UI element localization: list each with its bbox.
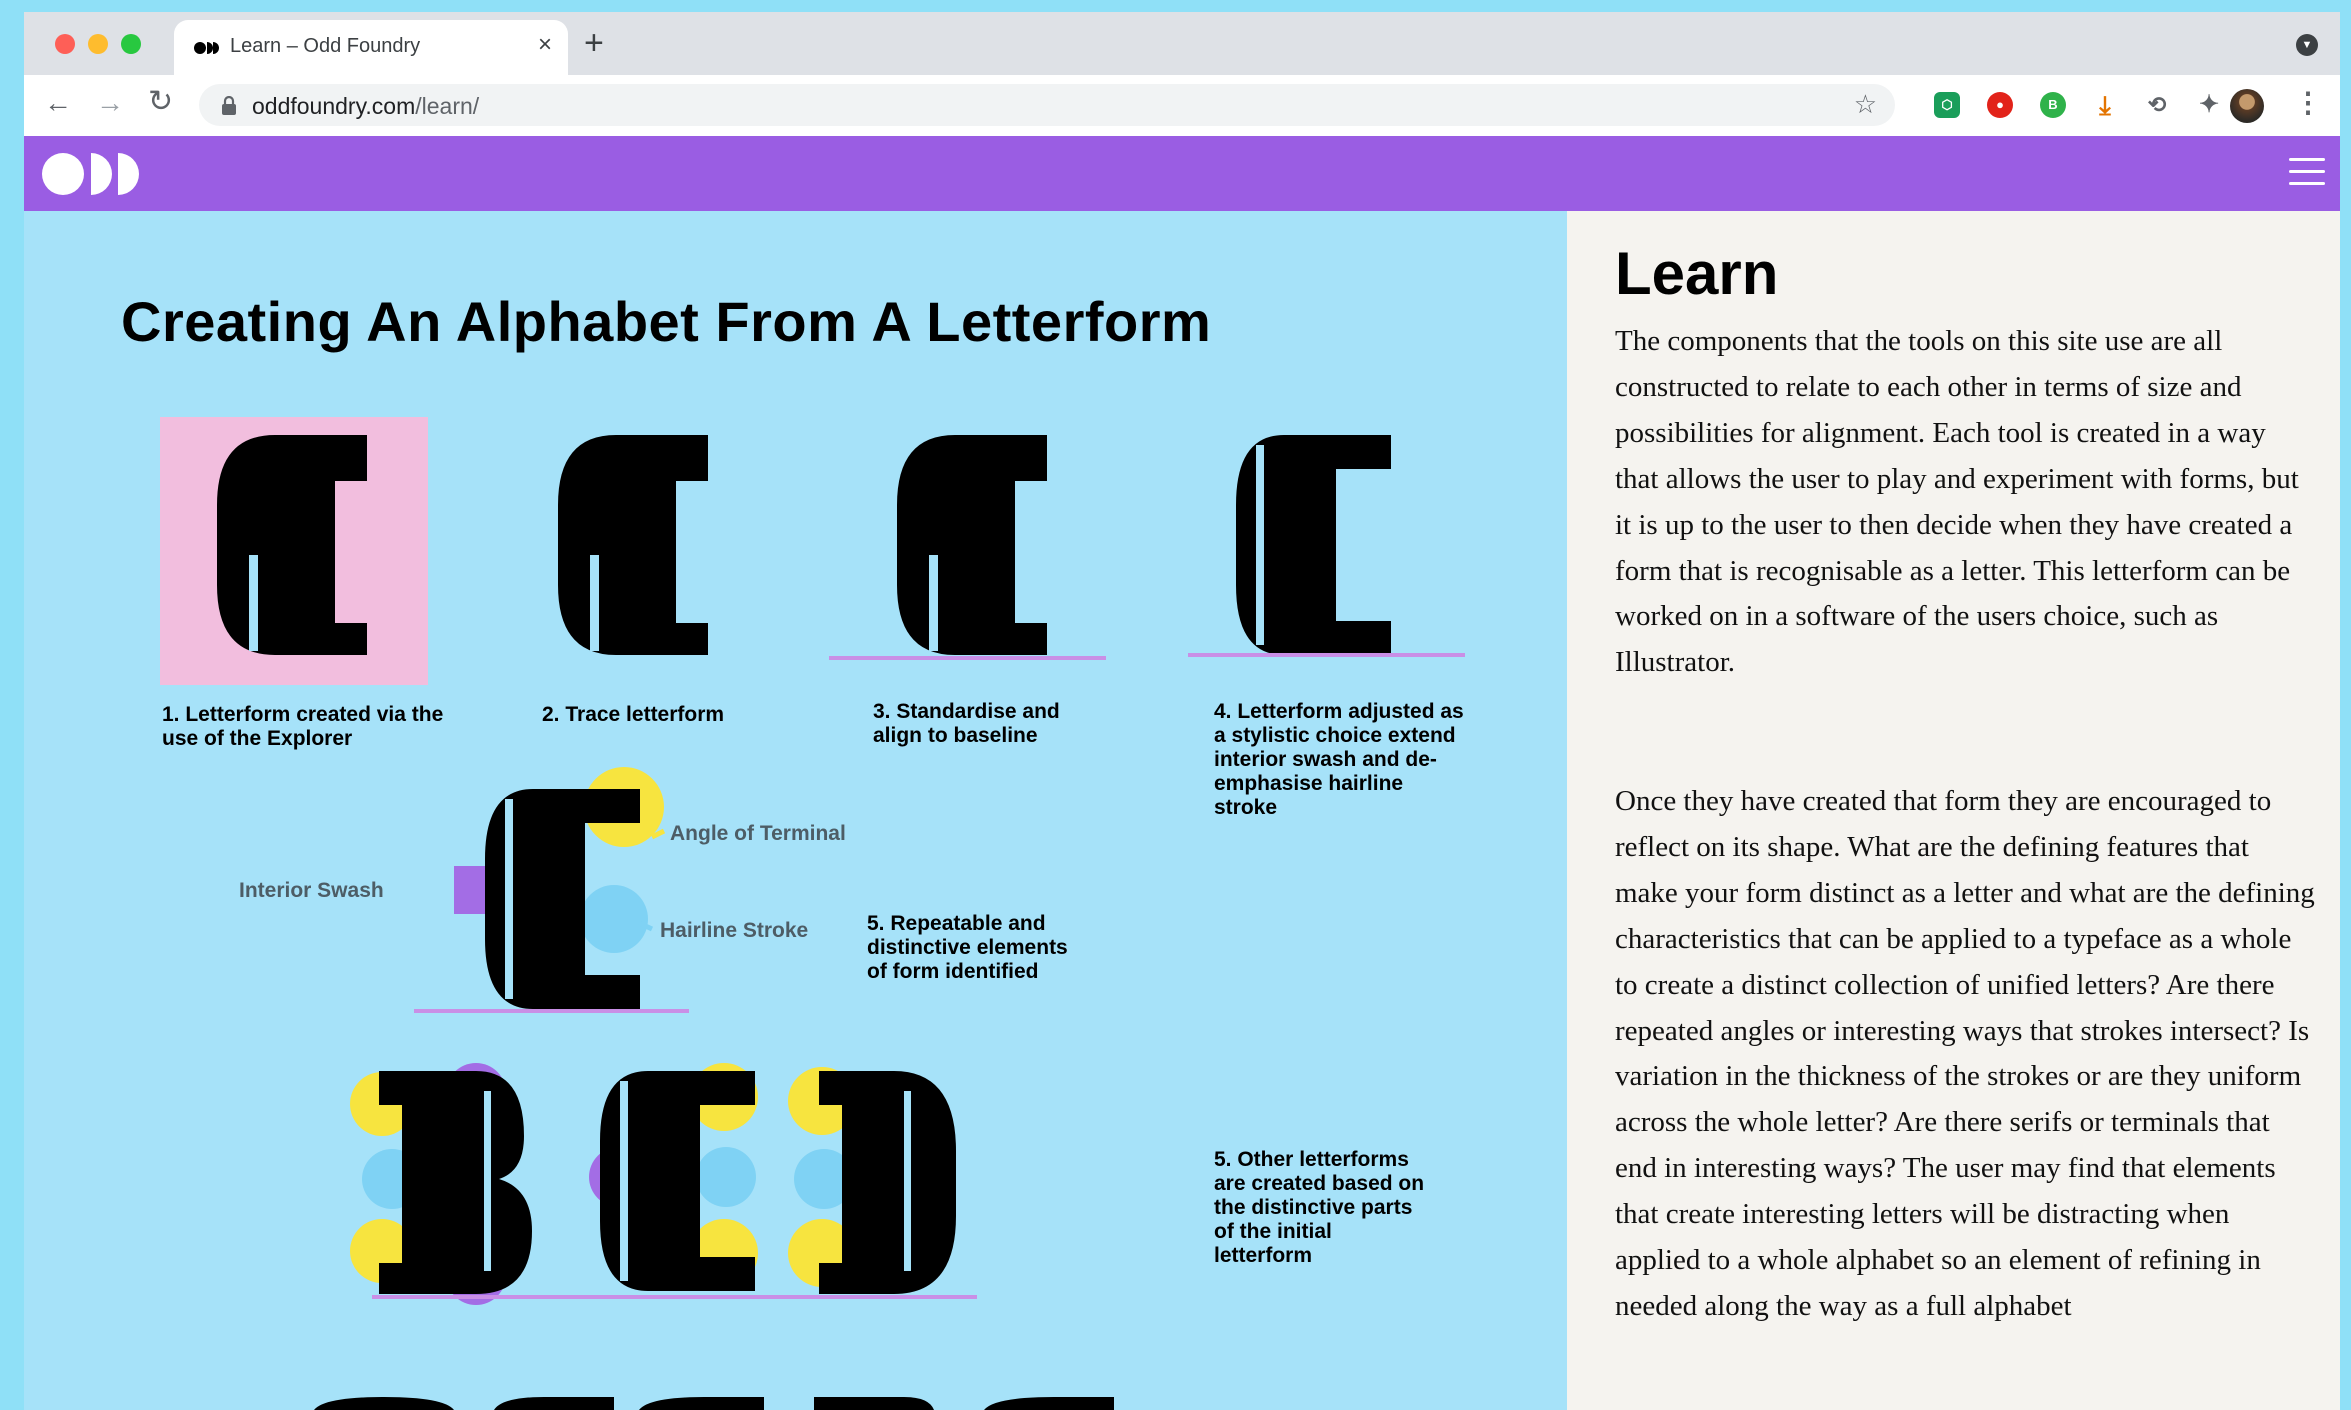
letterform-c-3 [897,435,1047,655]
extension-link-icon[interactable]: ⟲ [2144,92,2170,118]
address-bar[interactable]: oddfoundry.com/learn/ ☆ [199,84,1895,126]
hamburger-icon[interactable] [2289,158,2325,194]
letter-c [589,1063,758,1291]
browser-window: Learn – Odd Foundry × + ▼ ← → ↻ oddfound… [24,12,2340,1410]
letter-d [788,1067,956,1294]
step-4-caption: 4. Letterform adjusted as a stylistic ch… [1214,700,1464,819]
odd-logo-icon[interactable] [41,152,145,196]
tab-title: Learn – Odd Foundry [230,35,421,57]
url-domain: oddfoundry.com [252,93,416,119]
maximize-window-button[interactable] [121,34,141,54]
learn-paragraph-2: Once they have created that form they ar… [1615,785,2315,1322]
swash-pointer [455,884,485,896]
new-tab-button[interactable]: + [584,26,604,60]
next-row-letter [314,1397,454,1410]
close-icon[interactable]: × [538,31,552,59]
letter-b [350,1063,532,1305]
extension-adblock-icon[interactable]: ● [1987,92,2013,118]
site-header [24,136,2340,211]
url-text: oddfoundry.com/learn/ [252,93,479,120]
next-row-letter [639,1397,764,1410]
reload-button[interactable]: ↻ [148,87,173,117]
learn-panel: Learn The components that the tools on t… [1567,211,2340,1410]
download-icon[interactable]: ⤓ [2092,92,2118,118]
tab-search-icon[interactable]: ▼ [2296,34,2318,56]
star-icon[interactable]: ☆ [1854,89,1877,120]
next-row-letter [984,1397,1114,1410]
hamburger-line [2289,182,2325,185]
step-1-caption: 1. Letterform created via the use of the… [162,703,444,750]
kebab-icon[interactable]: ⋮ [2294,86,2322,119]
hamburger-line [2289,158,2325,161]
hamburger-line [2289,170,2325,173]
tab-learn[interactable]: Learn – Odd Foundry × [174,20,568,76]
page-title: Learn [1615,240,1779,307]
forward-button[interactable]: → [96,89,124,117]
extension-shield-icon[interactable]: ⬡ [1934,92,1960,118]
close-window-button[interactable] [55,34,75,54]
next-row-letter [814,1397,934,1410]
tab-strip: Learn – Odd Foundry × + ▼ [24,12,2340,76]
browser-toolbar: ← → ↻ oddfoundry.com/learn/ ☆ ⬡ ● B ⤓ ⟲ … [24,75,2340,137]
lock-icon [222,96,236,115]
url-path: /learn/ [415,93,480,119]
letterform-c-4 [1236,435,1391,655]
extension-b-icon[interactable]: B [2040,92,2066,118]
avatar[interactable] [2230,89,2264,123]
hairline-highlight [580,885,648,953]
annotation-angle: Angle of Terminal [670,822,846,845]
step-6-caption: 5. Other letterforms are created based o… [1214,1148,1425,1267]
odd-favicon-icon [194,42,219,54]
illustration-panel: Creating An Alphabet From A Letterform 1… [24,211,1567,1410]
learn-paragraph-1: The components that the tools on this si… [1615,325,2299,679]
step-2-caption: 2. Trace letterform [542,703,725,726]
step-5-caption: 5. Repeatable and distinctive elements o… [867,912,1068,983]
annotation-swash: Interior Swash [239,879,384,902]
puzzle-icon[interactable]: ✦ [2196,92,2222,118]
step-3-caption: 3. Standardise and align to baseline [873,700,1060,747]
back-button[interactable]: ← [44,89,72,117]
minimize-window-button[interactable] [88,34,108,54]
next-row-letter [494,1397,614,1410]
letterform-c-2 [558,435,708,655]
annotation-hairline: Hairline Stroke [660,919,809,942]
